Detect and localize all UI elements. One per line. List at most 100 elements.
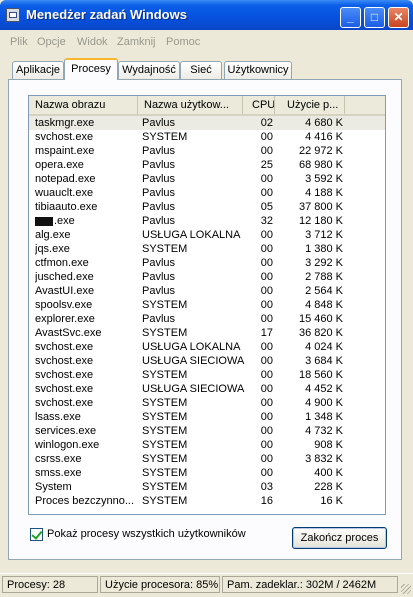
process-memory: 18 560 K: [273, 368, 343, 382]
process-row[interactable]: ctfmon.exe Pavlus 00 3 292 K: [29, 256, 385, 270]
process-name-text: svchost.exe: [35, 341, 94, 353]
process-row[interactable]: spoolsv.exe SYSTEM 00 4 848 K: [29, 298, 385, 312]
process-row[interactable]: notepad.exe Pavlus 00 3 592 K: [29, 172, 385, 186]
tab-processes[interactable]: Procesy: [64, 58, 118, 80]
menu-close[interactable]: Zamknij: [117, 36, 156, 48]
process-list[interactable]: Nazwa obrazu Nazwa użytkow... CPU Użycie…: [28, 95, 386, 515]
process-memory: 3 832 K: [273, 452, 343, 466]
process-row[interactable]: System SYSTEM 03 228 K: [29, 480, 385, 494]
process-row[interactable]: svchost.exe USŁUGA SIECIOWA 00 3 684 K: [29, 354, 385, 368]
process-memory-text: 22 972 K: [298, 145, 343, 157]
minimize-button[interactable]: _: [340, 7, 361, 28]
process-row[interactable]: lsass.exe SYSTEM 00 1 348 K: [29, 410, 385, 424]
tab-network[interactable]: Sieć: [180, 61, 222, 79]
process-user: USŁUGA LOKALNA: [142, 228, 248, 242]
process-cpu-text: 00: [260, 257, 273, 269]
process-memory: 15 460 K: [273, 312, 343, 326]
end-process-button[interactable]: Zakończ proces: [292, 527, 387, 549]
process-memory-text: 16 K: [320, 495, 343, 507]
process-cpu: 00: [243, 340, 273, 354]
column-memory[interactable]: Użycie p...: [275, 96, 345, 114]
process-memory: 400 K: [273, 466, 343, 480]
process-cpu: 00: [243, 298, 273, 312]
menu-options[interactable]: Opcje: [37, 36, 66, 48]
process-row[interactable]: mspaint.exe Pavlus 00 22 972 K: [29, 144, 385, 158]
process-user: Pavlus: [142, 116, 248, 130]
process-row[interactable]: .exe Pavlus 32 12 180 K: [29, 214, 385, 228]
process-cpu-text: 00: [260, 383, 273, 395]
process-cpu-text: 00: [260, 243, 273, 255]
process-memory-text: 400 K: [314, 467, 343, 479]
process-user: Pavlus: [142, 312, 248, 326]
process-name-text: csrss.exe: [35, 453, 82, 465]
show-all-users-label[interactable]: Pokaż procesy wszystkich użytkowników: [47, 528, 246, 540]
process-name-text: svchost.exe: [35, 131, 94, 143]
process-row[interactable]: Proces bezczynno... SYSTEM 16 16 K: [29, 494, 385, 508]
process-name-text: spoolsv.exe: [35, 299, 93, 311]
process-name-text: .exe: [54, 215, 75, 227]
process-memory: 37 800 K: [273, 200, 343, 214]
process-row[interactable]: csrss.exe SYSTEM 00 3 832 K: [29, 452, 385, 466]
process-memory-text: 1 348 K: [305, 411, 343, 423]
process-memory: 4 848 K: [273, 298, 343, 312]
process-memory: 4 188 K: [273, 186, 343, 200]
process-memory-text: 228 K: [314, 481, 343, 493]
column-image-name[interactable]: Nazwa obrazu: [29, 96, 138, 114]
process-row[interactable]: tibiaauto.exe Pavlus 05 37 800 K: [29, 200, 385, 214]
menu-help[interactable]: Pomoc: [166, 36, 200, 48]
process-user-text: SYSTEM: [142, 467, 188, 479]
process-name-text: mspaint.exe: [35, 145, 95, 157]
process-cpu: 32: [243, 214, 273, 228]
process-row[interactable]: svchost.exe SYSTEM 00 18 560 K: [29, 368, 385, 382]
column-cpu[interactable]: CPU: [243, 96, 275, 114]
show-all-users-checkbox[interactable]: [30, 528, 43, 541]
process-row[interactable]: explorer.exe Pavlus 00 15 460 K: [29, 312, 385, 326]
process-row[interactable]: smss.exe SYSTEM 00 400 K: [29, 466, 385, 480]
process-row[interactable]: alg.exe USŁUGA LOKALNA 00 3 712 K: [29, 228, 385, 242]
process-row[interactable]: AvastSvc.exe SYSTEM 17 36 820 K: [29, 326, 385, 340]
process-user: Pavlus: [142, 172, 248, 186]
process-memory-text: 37 800 K: [298, 201, 343, 213]
process-name: Proces bezczynno...: [35, 494, 139, 508]
process-cpu: 00: [243, 452, 273, 466]
process-cpu: 17: [243, 326, 273, 340]
process-row[interactable]: jusched.exe Pavlus 00 2 788 K: [29, 270, 385, 284]
process-name: csrss.exe: [35, 452, 139, 466]
process-row[interactable]: opera.exe Pavlus 25 68 980 K: [29, 158, 385, 172]
process-name: lsass.exe: [35, 410, 139, 424]
maximize-button[interactable]: □: [364, 7, 385, 28]
process-user-text: SYSTEM: [142, 397, 188, 409]
tab-applications[interactable]: Aplikacje: [12, 61, 64, 79]
task-manager-icon: [6, 8, 20, 22]
process-cpu-text: 00: [260, 453, 273, 465]
process-user-text: SYSTEM: [142, 425, 188, 437]
process-name-text: winlogon.exe: [35, 439, 100, 451]
process-cpu-text: 00: [260, 467, 273, 479]
process-row[interactable]: winlogon.exe SYSTEM 00 908 K: [29, 438, 385, 452]
resize-grip[interactable]: [401, 584, 411, 594]
process-row[interactable]: svchost.exe USŁUGA SIECIOWA 00 4 452 K: [29, 382, 385, 396]
process-user-text: Pavlus: [142, 173, 176, 185]
process-user: USŁUGA SIECIOWA: [142, 382, 248, 396]
process-row[interactable]: taskmgr.exe Pavlus 02 4 680 K: [29, 116, 385, 130]
process-row[interactable]: svchost.exe SYSTEM 00 4 416 K: [29, 130, 385, 144]
process-row[interactable]: AvastUI.exe Pavlus 00 2 564 K: [29, 284, 385, 298]
process-cpu-text: 32: [260, 215, 273, 227]
process-row[interactable]: jqs.exe SYSTEM 00 1 380 K: [29, 242, 385, 256]
tab-performance[interactable]: Wydajność: [118, 61, 180, 79]
tab-users[interactable]: Użytkownicy: [224, 61, 292, 79]
column-user-name[interactable]: Nazwa użytkow...: [138, 96, 243, 114]
process-row[interactable]: svchost.exe USŁUGA LOKALNA 00 4 024 K: [29, 340, 385, 354]
process-cpu-text: 16: [260, 495, 273, 507]
process-row[interactable]: services.exe SYSTEM 00 4 732 K: [29, 424, 385, 438]
task-manager-window: Menedżer zadań Windows _ □ ✕ Plik Opcje …: [0, 0, 413, 597]
process-row[interactable]: wuauclt.exe Pavlus 00 4 188 K: [29, 186, 385, 200]
menu-view[interactable]: Widok: [77, 36, 108, 48]
process-memory: 908 K: [273, 438, 343, 452]
process-row[interactable]: svchost.exe SYSTEM 00 4 900 K: [29, 396, 385, 410]
process-memory: 4 900 K: [273, 396, 343, 410]
title-bar[interactable]: Menedżer zadań Windows _ □ ✕: [0, 0, 413, 30]
close-button[interactable]: ✕: [388, 7, 409, 28]
menu-file[interactable]: Plik: [10, 36, 28, 48]
process-cpu-text: 00: [260, 187, 273, 199]
